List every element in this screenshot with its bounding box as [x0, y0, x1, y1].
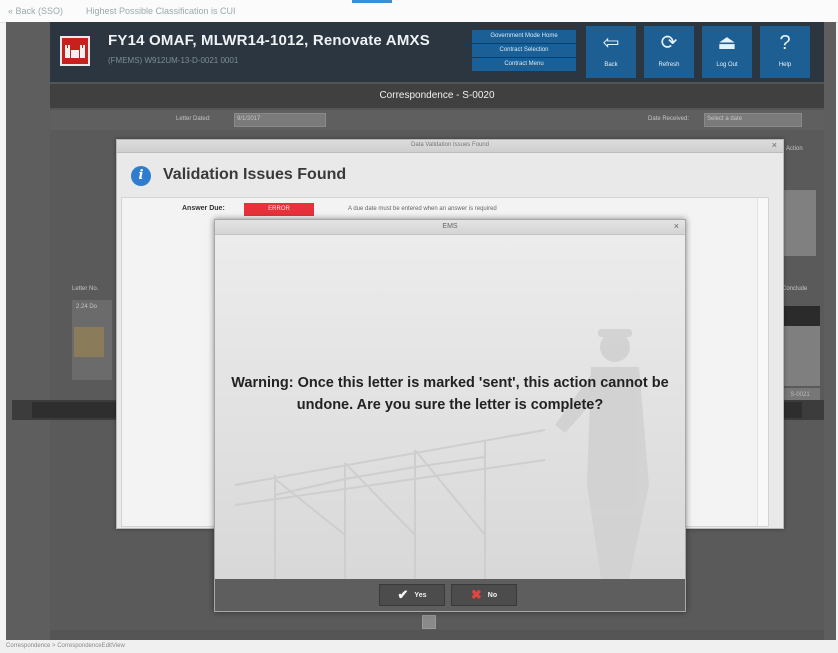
browser-strip: « Back (SSO) Highest Possible Classifica… — [0, 0, 838, 23]
right-margin — [824, 22, 836, 640]
project-subtitle: (FMEMS) W912UM-13-D-0021 0001 — [108, 56, 239, 65]
status-bar: Correspondence > CorrespondenceEditView — [0, 640, 838, 653]
back-arrow-icon: ⇦ — [602, 32, 620, 54]
no-button[interactable]: ✖ No — [451, 584, 517, 606]
log-out-button[interactable]: ⏏ Log Out — [702, 26, 752, 78]
yes-button-label: Yes — [414, 591, 427, 599]
right-list — [780, 306, 820, 386]
refresh-button-label: Refresh — [658, 62, 680, 68]
classification-banner: Highest Possible Classification is CUI — [86, 6, 236, 16]
refresh-icon: ⟳ — [660, 32, 678, 54]
date-received-field[interactable]: Select a date — [704, 113, 802, 127]
bottom-checkbox[interactable] — [422, 615, 436, 629]
side-panel — [780, 190, 816, 256]
government-mode-home-button[interactable]: Government Mode Home — [472, 30, 576, 43]
active-tab-indicator — [352, 0, 392, 3]
validation-dialog-title: Data Validation Issues Found — [411, 142, 489, 148]
yes-button[interactable]: ✔ Yes — [379, 584, 445, 606]
ems-confirm-dialog: EMS × Warning: Once this letter is marke… — [214, 219, 686, 612]
log-out-button-label: Log Out — [716, 62, 738, 68]
date-received-label: Date Received: — [648, 116, 690, 122]
contract-selection-button[interactable]: Contract Selection — [472, 44, 576, 57]
no-button-label: No — [487, 591, 498, 599]
letter-no-label: Letter No. — [72, 286, 99, 292]
issue-field-label: Answer Due: — [182, 205, 225, 212]
usace-logo — [60, 36, 90, 66]
contract-menu-button[interactable]: Contract Menu — [472, 58, 576, 71]
log-out-icon: ⏏ — [717, 32, 737, 54]
validation-dialog-titlebar[interactable]: Data Validation Issues Found × — [117, 140, 783, 153]
castle-icon — [65, 44, 85, 58]
page-title: Correspondence - S-0020 — [50, 84, 824, 108]
validation-scrollbar[interactable] — [757, 198, 768, 526]
close-icon[interactable]: × — [674, 221, 679, 231]
gov-buttons-group: Government Mode Home Contract Selection … — [472, 30, 576, 72]
right-list-selected — [780, 306, 820, 326]
error-badge: ERROR — [244, 203, 314, 216]
ems-dialog-titlebar[interactable]: EMS × — [215, 220, 685, 235]
back-link[interactable]: « Back (SSO) — [8, 6, 63, 16]
warning-message: Warning: Once this letter is marked 'sen… — [231, 375, 669, 413]
letter-dated-label: Letter Dated: — [176, 116, 211, 122]
date-received-placeholder: Select a date — [707, 116, 743, 122]
issue-row: Answer Due: ERROR A due date must be ent… — [122, 203, 768, 217]
back-button-label: Back — [604, 62, 618, 68]
highlight-note — [74, 327, 104, 357]
letter-dated-field[interactable]: 9/1/2017 — [234, 113, 326, 127]
ems-dialog-title: EMS — [442, 223, 458, 230]
letter-dated-value: 9/1/2017 — [237, 116, 261, 122]
checkmark-icon: ✔ — [397, 587, 409, 602]
validation-heading: Validation Issues Found — [163, 166, 347, 183]
x-icon: ✖ — [470, 587, 482, 602]
letter-row-label: 2.24 Do — [76, 304, 98, 310]
issue-message: A due date must be entered when an answe… — [348, 206, 497, 212]
close-icon[interactable]: × — [772, 140, 777, 150]
back-button[interactable]: ⇦ Back — [586, 26, 636, 78]
action-label: Action — [786, 146, 803, 152]
conclude-label: Conclude — [782, 286, 808, 292]
left-margin — [6, 22, 50, 640]
help-button[interactable]: ? Help — [760, 26, 810, 78]
info-icon: i — [131, 166, 151, 186]
project-title: FY14 OMAF, MLWR14-1012, Renovate AMXS — [108, 32, 430, 49]
help-icon: ? — [779, 32, 791, 54]
refresh-button[interactable]: ⟳ Refresh — [644, 26, 694, 78]
app-header: FY14 OMAF, MLWR14-1012, Renovate AMXS (F… — [50, 22, 824, 82]
help-button-label: Help — [778, 62, 792, 68]
dialog-button-bar: ✔ Yes ✖ No — [215, 579, 685, 611]
